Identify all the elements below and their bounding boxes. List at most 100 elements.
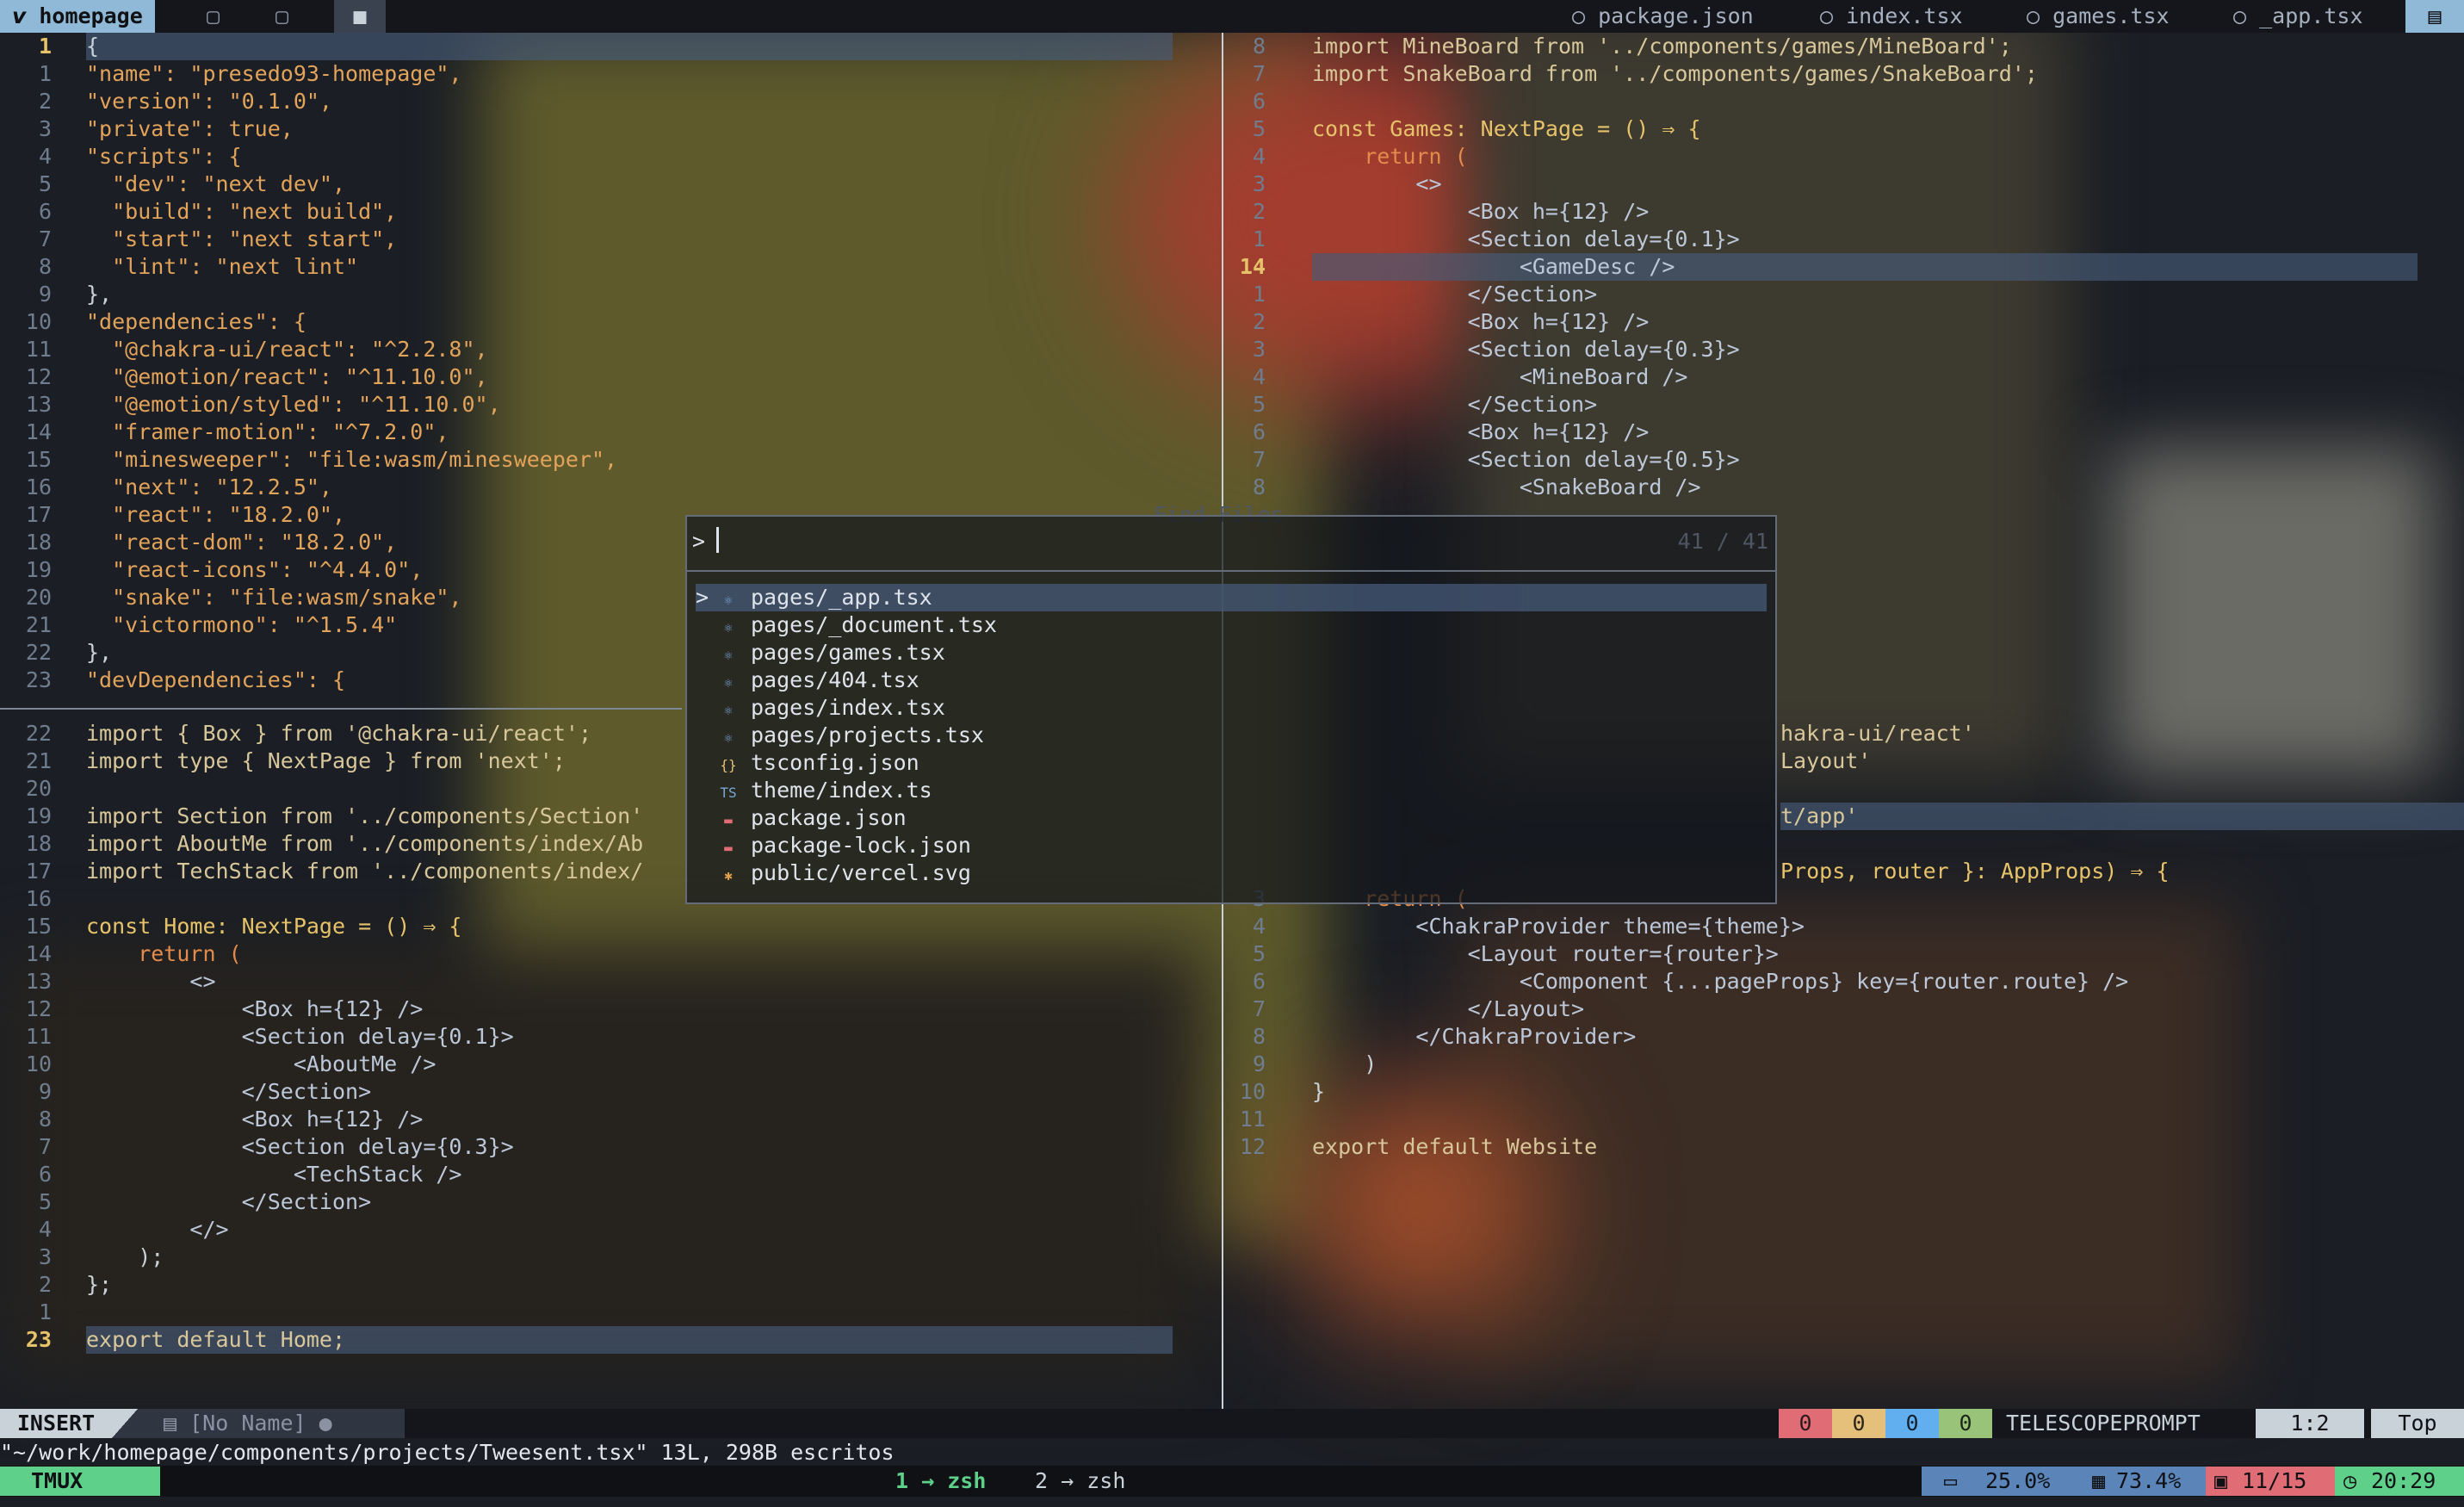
buffer-name[interactable]: ▤ [No Name] ● [138,1409,405,1438]
telescope-result-item[interactable]: ⚛ pages/_document.tsx [696,611,1767,639]
code-line[interactable]: 2}; [0,1271,1219,1299]
code-line[interactable]: 14 "framer-motion": "^7.2.0", [0,419,1219,446]
horizontal-split-divider-left[interactable] [0,708,682,710]
code-line[interactable]: 4 return ( [1226,143,2464,171]
code-line[interactable]: 6 <Box h={12} /> [1226,419,2464,446]
tmux-window-2[interactable]: 2 → zsh [1035,1467,1125,1496]
code-line[interactable]: 10 <AboutMe /> [0,1051,1219,1078]
tab-empty-3[interactable]: ■ [334,0,386,33]
code-line[interactable]: 1{ [0,33,1219,60]
tab-homepage[interactable]: 𝙫 homepage [0,0,155,33]
line-number: 1 [1252,226,1266,251]
code-line[interactable]: 9 </Section> [0,1078,1219,1106]
result-path: public/vercel.svg [751,860,971,885]
line-number: 6 [1252,419,1266,444]
telescope-result-item[interactable]: {} tsconfig.json [696,749,1767,777]
code-line[interactable]: 14 return ( [0,940,1219,968]
code-line[interactable]: 8 "lint": "next lint" [0,253,1219,281]
code-line[interactable]: 4 <ChakraProvider theme={theme}> [1226,913,2464,940]
telescope-result-item[interactable]: ✱ public/vercel.svg [696,859,1767,887]
code-line[interactable]: 4 <MineBoard /> [1226,363,2464,391]
code-line[interactable]: 2 <Box h={12} /> [1226,198,2464,226]
code-line[interactable]: 5 <Layout router={router}> [1226,940,2464,968]
code-line[interactable]: 11 [1226,1106,2464,1133]
code-line[interactable]: 7 import SnakeBoard from '../components/g… [1226,60,2464,88]
code-line[interactable]: 11 "@chakra-ui/react": "^2.2.8", [0,336,1219,363]
code-line[interactable]: 5 "dev": "next dev", [0,171,1219,198]
code-line[interactable]: 4 "scripts": { [0,143,1219,171]
code-line[interactable]: 12 "@emotion/react": "^11.10.0", [0,363,1219,391]
code-line[interactable]: 5 const Games: NextPage = () ⇒ { [1226,115,2464,143]
line-number: 16 [25,474,52,499]
code-line[interactable]: 7 <Section delay={0.3}> [0,1133,1219,1161]
code-line[interactable]: 6 <TechStack /> [0,1161,1219,1188]
diagnostic-info: 0 [1885,1409,1939,1438]
code-line[interactable]: 12 export default Website [1226,1133,2464,1161]
code-line[interactable]: 1 <Section delay={0.1}> [1226,226,2464,253]
tab-empty-1[interactable]: ▢ [207,0,220,33]
code-line[interactable]: 3 "private": true, [0,115,1219,143]
code-line[interactable]: 2 <Box h={12} /> [1226,308,2464,336]
code-line[interactable]: 12 <Box h={12} /> [0,995,1219,1023]
line-number: 7 [1252,61,1266,86]
telescope-result-item[interactable]: ⚛ pages/index.tsx [696,694,1767,722]
code-text: <Box h={12} /> [1312,419,1650,444]
react-file-icon: ⚛ [724,729,733,746]
telescope-prompt[interactable]: > 41 / 41 [687,517,1775,572]
buffer-package-json[interactable]: ○ package.json [1572,0,1754,33]
code-line[interactable]: 11 <Section delay={0.1}> [0,1023,1219,1051]
tabs-button[interactable]: ▤ [2405,0,2464,33]
code-line-partial [1780,775,2464,803]
code-line[interactable]: 10 "dependencies": { [0,308,1219,336]
code-line[interactable]: 13 <> [0,968,1219,995]
telescope-result-item[interactable]: ⚛ pages/projects.tsx [696,722,1767,749]
tmux-window-1[interactable]: 1 → zsh [895,1467,986,1496]
code-line[interactable]: 7 <Section delay={0.5}> [1226,446,2464,474]
code-line[interactable]: 5 </Section> [1226,391,2464,419]
code-line[interactable]: 8 import MineBoard from '../components/ga… [1226,33,2464,60]
line-number: 7 [38,226,52,251]
code-line[interactable]: 5 </Section> [0,1188,1219,1216]
tab-empty-2[interactable]: ▢ [275,0,288,33]
code-line[interactable]: 3 <Section delay={0.3}> [1226,336,2464,363]
code-line[interactable]: 6 "build": "next build", [0,198,1219,226]
code-line[interactable]: 8 </ChakraProvider> [1226,1023,2464,1051]
buffer-index-tsx[interactable]: ○ index.tsx [1820,0,1963,33]
code-line[interactable]: 9 ) [1226,1051,2464,1078]
code-line[interactable]: 6 <Component {...pageProps} key={router.… [1226,968,2464,995]
code-line[interactable]: 8 <Box h={12} /> [0,1106,1219,1133]
buffer-games-tsx[interactable]: ○ games.tsx [2027,0,2170,33]
code-line[interactable]: 2 "version": "0.1.0", [0,88,1219,115]
code-line[interactable]: 15 "minesweeper": "file:wasm/minesweeper… [0,446,1219,474]
code-line[interactable]: 10} [1226,1078,2464,1106]
code-line[interactable]: 13 "@emotion/styled": "^11.10.0", [0,391,1219,419]
code-line[interactable]: 8 <SnakeBoard /> [1226,474,2464,501]
code-text: return ( [86,941,242,966]
code-line[interactable]: 15 const Home: NextPage = () ⇒ { [0,913,1219,940]
buffer-app-tsx[interactable]: ○ _app.tsx [2233,0,2363,33]
telescope-result-item[interactable]: > ⚛ pages/_app.tsx [696,584,1767,611]
code-line[interactable]: 7 "start": "next start", [0,226,1219,253]
telescope-result-item[interactable]: TS theme/index.ts [696,777,1767,804]
result-path: pages/_app.tsx [751,585,932,610]
code-line[interactable]: 3 ); [0,1243,1219,1271]
code-line[interactable]: 14 <GameDesc /> [1226,253,2464,281]
telescope-result-item[interactable]: ▬ package.json [696,804,1767,832]
code-line[interactable]: 1 "name": "presedo93-homepage", [0,60,1219,88]
code-line[interactable]: 3 <> [1226,171,2464,198]
code-line[interactable]: 7 </Layout> [1226,995,2464,1023]
tmux-system-info: ▭ 25.0% ▦ 73.4% ▣ 11/15 ◷ 20:29 [1922,1467,2464,1496]
line-number: 23 [25,667,52,692]
code-line[interactable]: 1 [0,1299,1219,1326]
code-line[interactable]: 1 </Section> [1226,281,2464,308]
telescope-result-item[interactable]: ⚛ pages/404.tsx [696,667,1767,694]
telescope-result-item[interactable]: ▬ package-lock.json [696,832,1767,859]
telescope-result-item[interactable]: ⚛ pages/games.tsx [696,639,1767,667]
code-line[interactable]: 9}, [0,281,1219,308]
code-line[interactable]: 6 [1226,88,2464,115]
code-line[interactable]: 4 </> [0,1216,1219,1243]
code-text: const Games: NextPage = () ⇒ { [1312,116,1701,141]
code-line[interactable]: 16 "next": "12.2.5", [0,474,1219,501]
code-text: "@emotion/styled": "^11.10.0", [86,392,501,417]
code-line[interactable]: 23 export default Home; [0,1326,1219,1354]
